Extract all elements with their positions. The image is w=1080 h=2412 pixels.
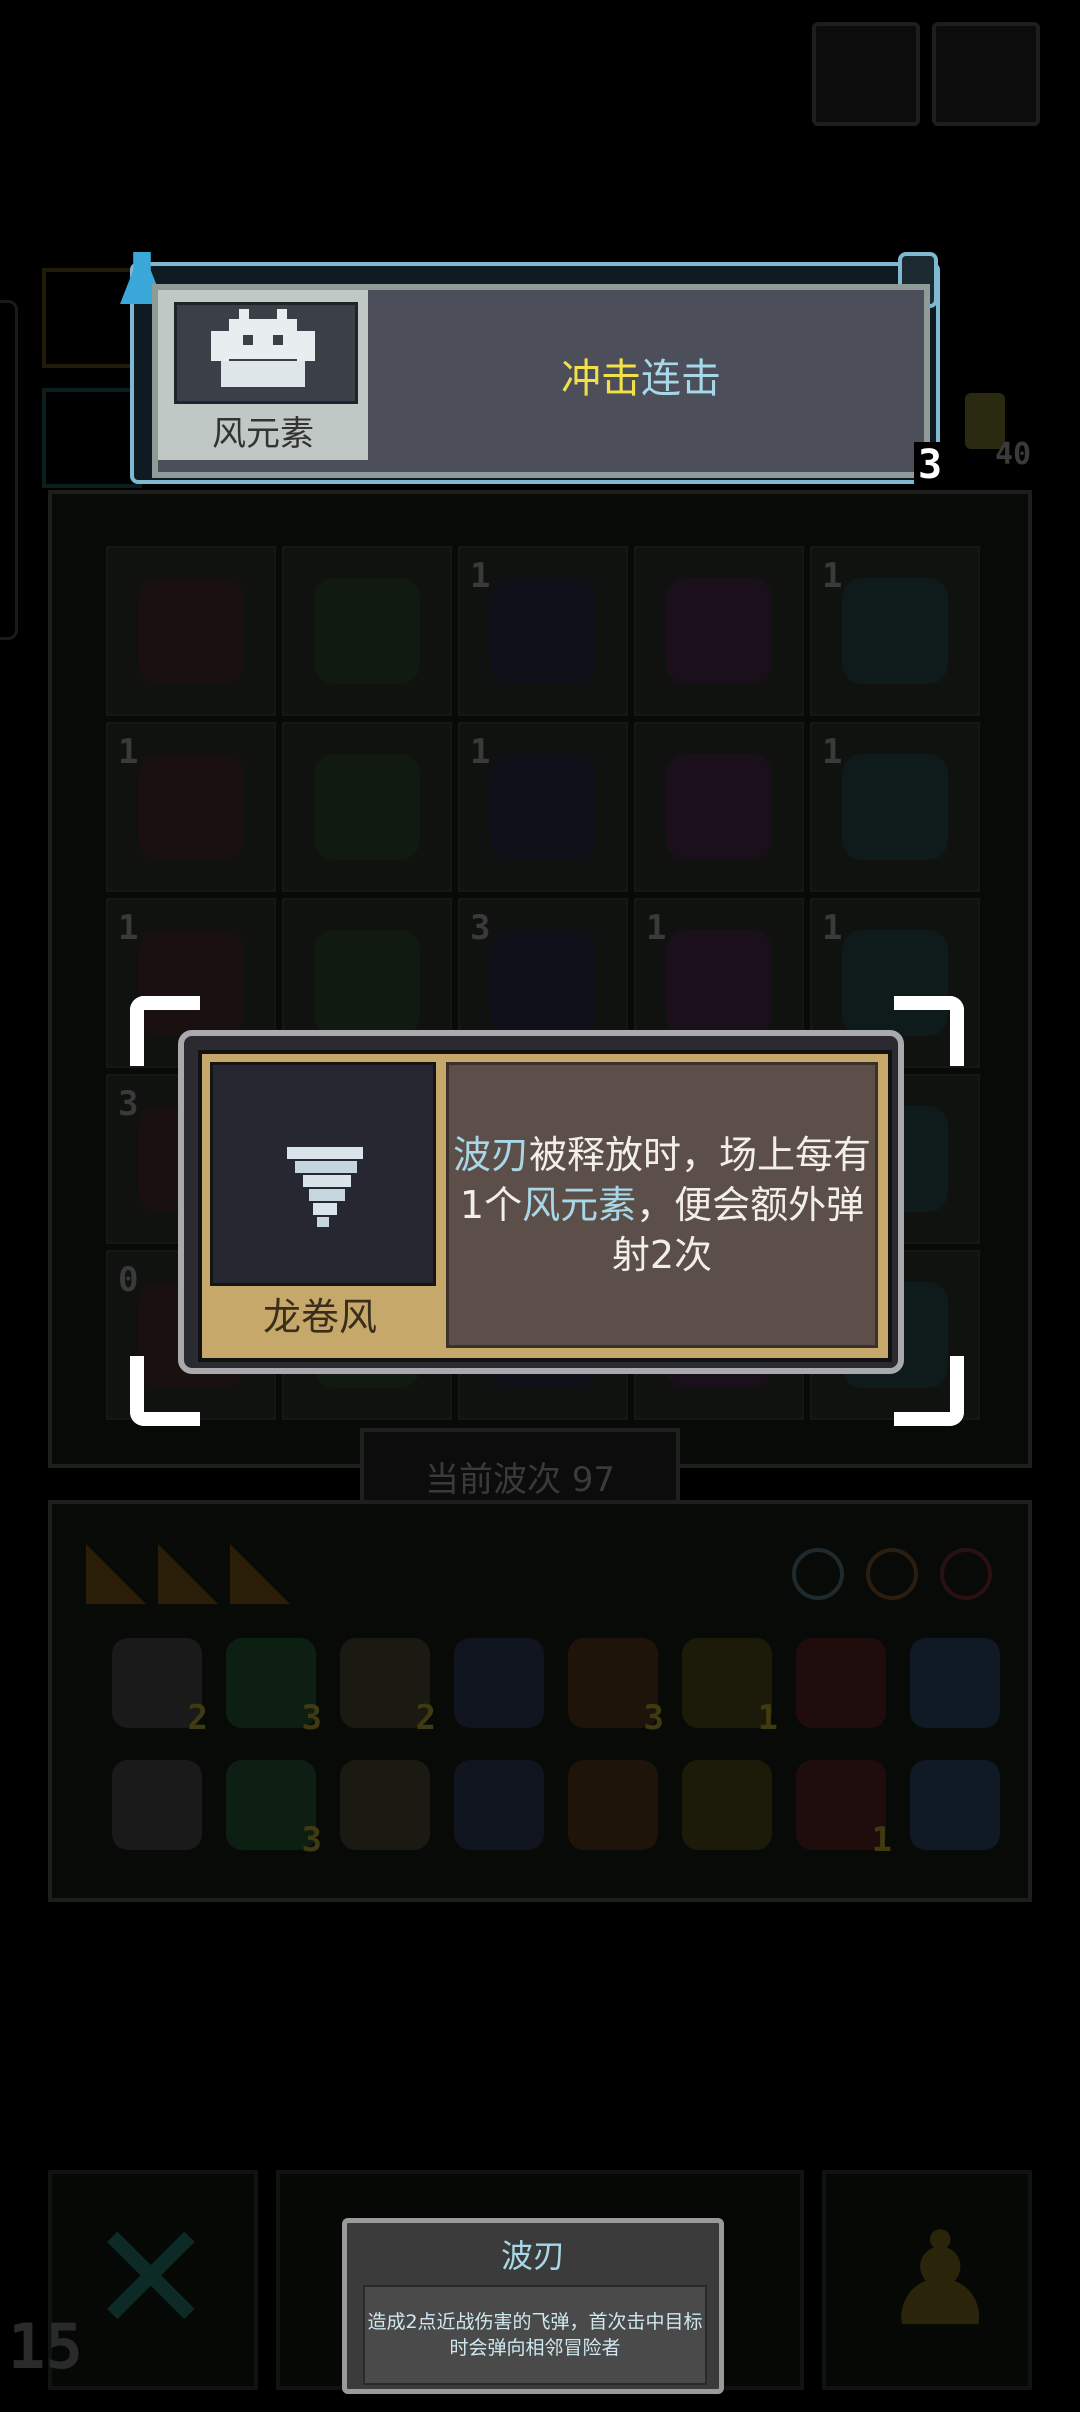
skill-description: 造成2点近战伤害的飞弹，首次击中目标时会弹向相邻冒险者 [363, 2285, 707, 2385]
item-tooltip: 龙卷风 波刃被释放时，场上每有1个风元素，便会额外弹射2次 [178, 1030, 904, 1374]
bracket-top-right [894, 996, 964, 1066]
monster-sprite [314, 930, 420, 1036]
unit-description: 冲击 连击 [370, 290, 912, 460]
item-count: 3 [301, 1820, 322, 1860]
sort-icon-2[interactable] [866, 1548, 918, 1600]
keyword-impact: 冲击 [561, 356, 641, 402]
board-cell[interactable]: 1 [458, 722, 628, 892]
board-cell[interactable] [634, 546, 804, 716]
monster-sprite [314, 754, 420, 860]
sort-icon-1[interactable] [792, 1548, 844, 1600]
left-side-panel[interactable] [0, 300, 18, 640]
monster-sprite [490, 930, 596, 1036]
inventory-grid: 2 3 2 3 1 3 1 [92, 1624, 1000, 1874]
side-button-1[interactable] [42, 268, 142, 368]
unit-name: 风元素 [212, 414, 314, 454]
board-cell[interactable] [634, 722, 804, 892]
pawn-icon: ♟ [882, 2203, 999, 2355]
resource-count: 40 [995, 437, 1032, 472]
help-button[interactable] [812, 22, 920, 126]
unit-tooltip: 风元素 冲击 连击 3 [120, 252, 947, 488]
skill-title: 波刃 [500, 2237, 565, 2275]
sort-icon-3[interactable] [940, 1548, 992, 1600]
desc-text-2: ，便会额外弹射2次 [611, 1183, 865, 1277]
wind-elemental-portrait [174, 302, 358, 404]
monster-sprite [666, 754, 772, 860]
board-cell[interactable]: 1 [810, 546, 980, 716]
monster-sprite [666, 930, 772, 1036]
inventory-item[interactable] [454, 1760, 544, 1850]
inventory-panel: 2 3 2 3 1 3 1 [48, 1500, 1032, 1902]
wave-label: 当前波次 97 [424, 1460, 616, 1500]
item-count: 2 [415, 1698, 436, 1738]
board-cell[interactable] [282, 546, 452, 716]
item-count: 3 [301, 1698, 322, 1738]
item-name: 龙卷风 [262, 1295, 377, 1339]
bracket-bottom-right [894, 1356, 964, 1426]
item-count: 2 [187, 1698, 208, 1738]
monster-level: 1 [646, 908, 667, 948]
board-cell[interactable]: 1 [458, 546, 628, 716]
keyword-wave-blade: 波刃 [452, 1133, 529, 1177]
board-cell[interactable] [282, 722, 452, 892]
tornado-icon [210, 1062, 436, 1286]
side-button-2[interactable] [42, 388, 142, 488]
inventory-item[interactable]: 3 [226, 1760, 322, 1860]
stack-count: 3 [914, 442, 947, 488]
keyword-combo: 连击 [641, 356, 721, 402]
monster-level: 3 [118, 1084, 139, 1124]
monster-sprite [314, 578, 420, 684]
monster-level: 1 [118, 732, 139, 772]
resource-counter: 40 [955, 385, 1037, 475]
item-count: 1 [871, 1820, 892, 1860]
keyword-wind-elemental: 风元素 [522, 1183, 637, 1227]
inventory-item[interactable] [454, 1638, 544, 1728]
close-icon: ✕ [88, 2192, 214, 2366]
board-cell[interactable]: 1 [106, 722, 276, 892]
item-description: 波刃被释放时，场上每有1个风元素，便会额外弹射2次 [446, 1062, 878, 1348]
skill-tooltip: 波刃 造成2点近战伤害的飞弹，首次击中目标时会弹向相邻冒险者 [342, 2218, 724, 2394]
inventory-item[interactable] [682, 1760, 772, 1850]
item-count: 1 [757, 1698, 778, 1738]
item-count: 3 [643, 1698, 664, 1738]
monster-sprite [490, 578, 596, 684]
monster-level: 3 [470, 908, 491, 948]
inventory-item[interactable] [112, 1760, 202, 1850]
board-cell[interactable] [106, 546, 276, 716]
inventory-item[interactable]: 2 [112, 1638, 208, 1738]
monster-level: 1 [822, 732, 843, 772]
inventory-item[interactable]: 2 [340, 1638, 436, 1738]
inventory-item[interactable]: 3 [568, 1638, 664, 1738]
monster-level: 1 [822, 908, 843, 948]
inventory-item[interactable]: 3 [226, 1638, 322, 1738]
monster-sprite [138, 754, 244, 860]
monster-level: 0 [118, 1260, 139, 1300]
inventory-item[interactable] [340, 1760, 430, 1850]
unit-button[interactable]: ♟ [822, 2170, 1032, 2390]
tab-icon-1[interactable] [86, 1544, 146, 1604]
monster-sprite [842, 578, 948, 684]
monster-level: 1 [118, 908, 139, 948]
inventory-item[interactable] [568, 1760, 658, 1850]
inventory-item[interactable] [796, 1638, 886, 1728]
monster-level: 1 [470, 556, 491, 596]
board-cell[interactable]: 1 [810, 722, 980, 892]
unit-portrait-panel: 风元素 [158, 290, 368, 460]
inventory-item[interactable]: 1 [682, 1638, 778, 1738]
monster-sprite [842, 754, 948, 860]
monster-sprite [138, 578, 244, 684]
monster-sprite [490, 754, 596, 860]
monster-level: 1 [470, 732, 491, 772]
tab-icon-2[interactable] [158, 1544, 218, 1604]
tab-icon-3[interactable] [230, 1544, 290, 1604]
inventory-item[interactable] [910, 1638, 1000, 1728]
inventory-item[interactable]: 1 [796, 1760, 892, 1860]
inventory-item[interactable] [910, 1760, 1000, 1850]
settings-button[interactable] [932, 22, 1040, 126]
monster-level: 1 [822, 556, 843, 596]
monster-sprite [666, 578, 772, 684]
corner-number: 15 [8, 2310, 83, 2383]
